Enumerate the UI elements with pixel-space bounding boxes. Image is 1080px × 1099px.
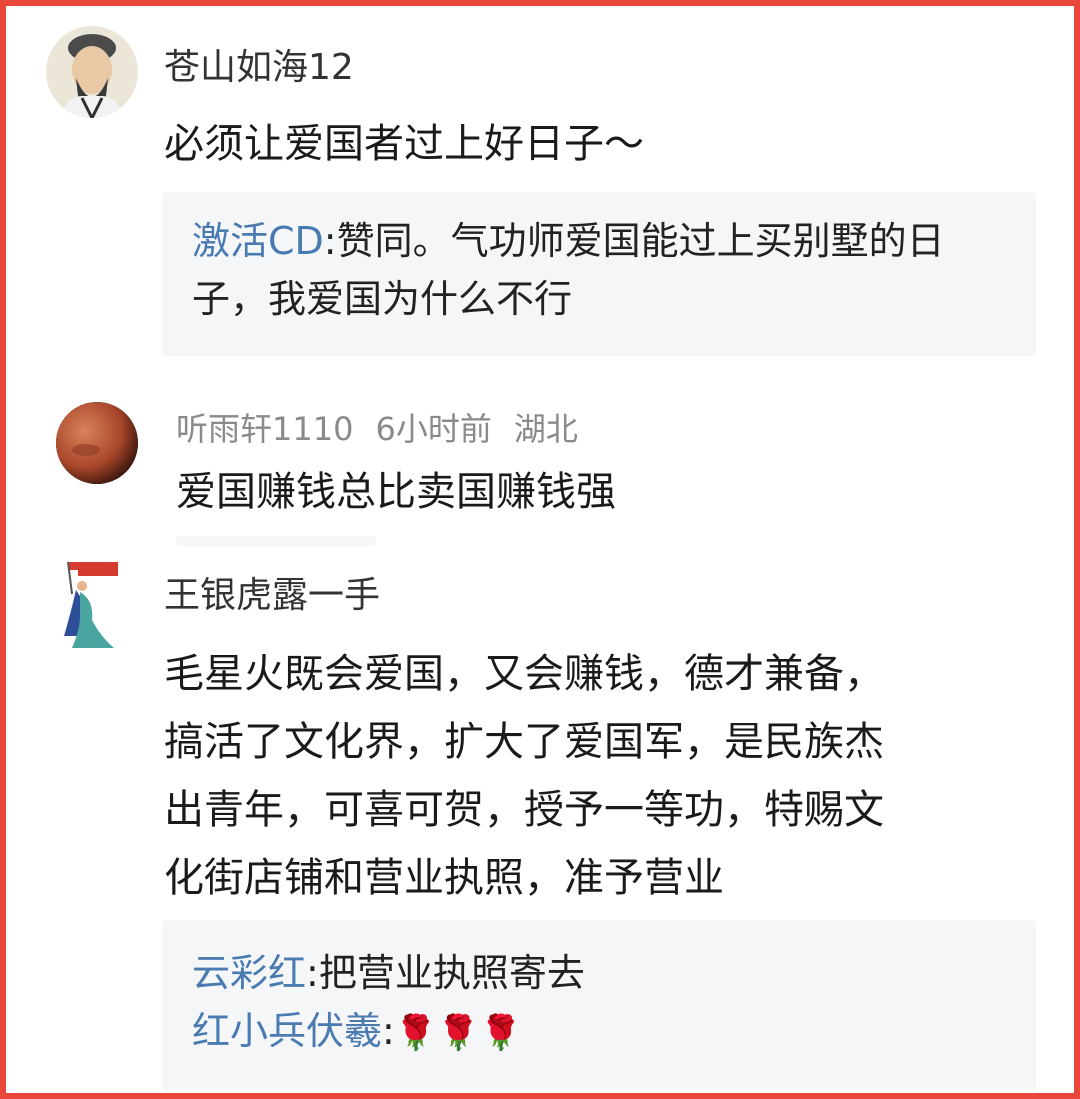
comment-text-line: 出青年，可喜可贺，授予一等功，特赐文 [164, 787, 884, 833]
reply-box-partial [176, 536, 376, 546]
reply-text: 把营业执照寄去 [318, 951, 585, 995]
reply-item: 红小兵伏羲:🌹🌹🌹 [192, 1002, 585, 1062]
comment-meta: 听雨轩1110 6小时前 湖北 [176, 404, 600, 450]
rose-emoji: 🌹🌹🌹 [394, 1013, 522, 1053]
reply-box[interactable]: 激活CD:赞同。气功师爱国能过上买别墅的日 子，我爱国为什么不行 [162, 192, 1036, 356]
username[interactable]: 苍山如海12 [164, 38, 354, 90]
timestamp: 6小时前 [375, 410, 492, 448]
reply-separator: : [382, 1009, 395, 1053]
reply-username[interactable]: 云彩红 [192, 951, 306, 995]
reply-username[interactable]: 红小兵伏羲 [192, 1009, 382, 1053]
location: 湖北 [513, 410, 578, 448]
comment-text-line: 搞活了文化界，扩大了爱国军，是民族杰 [164, 719, 884, 765]
username[interactable]: 听雨轩1110 [176, 410, 353, 448]
reply-item: 激活CD:赞同。气功师爱国能过上买别墅的日 [192, 212, 945, 270]
avatar[interactable] [50, 556, 142, 652]
reply-item: 云彩红:把营业执照寄去 [192, 944, 585, 1002]
reply-box[interactable]: 云彩红:把营业执照寄去 红小兵伏羲:🌹🌹🌹 [162, 920, 1036, 1090]
username[interactable]: 王银虎露一手 [164, 566, 380, 618]
reply-username[interactable]: 激活CD [192, 219, 324, 263]
comment-text: 毛星火既会爱国，又会赚钱，德才兼备， 搞活了文化界，扩大了爱国军，是民族杰 出青… [164, 642, 1024, 910]
comment-text: 爱国赚钱总比卖国赚钱强 [176, 469, 616, 515]
avatar[interactable] [56, 402, 138, 484]
comment-text-line: 化街店铺和营业执照，准予营业 [164, 855, 724, 901]
comment-text: 必须让爱国者过上好日子～ [164, 121, 644, 167]
reply-separator: : [306, 951, 319, 995]
reply-text-continued: 子，我爱国为什么不行 [192, 277, 573, 321]
reply-text: 赞同。气功师爱国能过上买别墅的日 [336, 219, 945, 263]
avatar[interactable] [46, 26, 138, 118]
reply-separator: : [323, 219, 337, 263]
comment-text-line: 毛星火既会爱国，又会赚钱，德才兼备， [164, 651, 884, 697]
